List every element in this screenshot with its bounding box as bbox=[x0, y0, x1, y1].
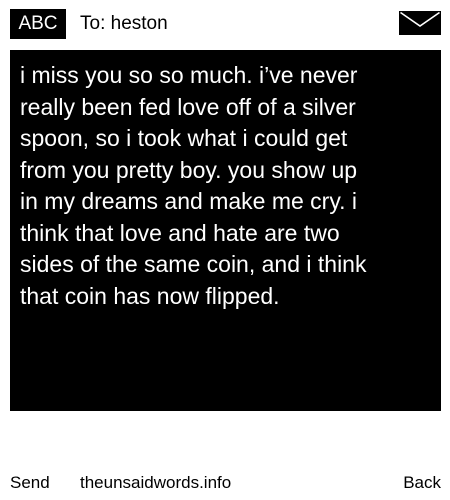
send-button[interactable]: Send bbox=[10, 473, 50, 493]
envelope-icon bbox=[399, 11, 441, 35]
footer-softkeys: Send theunsaidwords.info Back bbox=[0, 466, 450, 500]
input-mode-badge: ABC bbox=[10, 9, 66, 39]
recipient-field: To: heston bbox=[80, 13, 168, 34]
message-text: i miss you so so much. i’ve never really… bbox=[20, 62, 367, 309]
back-button[interactable]: Back bbox=[403, 473, 441, 493]
message-body[interactable]: i miss you so so much. i’ve never really… bbox=[10, 50, 441, 411]
header: ABC To: heston bbox=[0, 0, 450, 50]
site-label: theunsaidwords.info bbox=[80, 473, 232, 492]
